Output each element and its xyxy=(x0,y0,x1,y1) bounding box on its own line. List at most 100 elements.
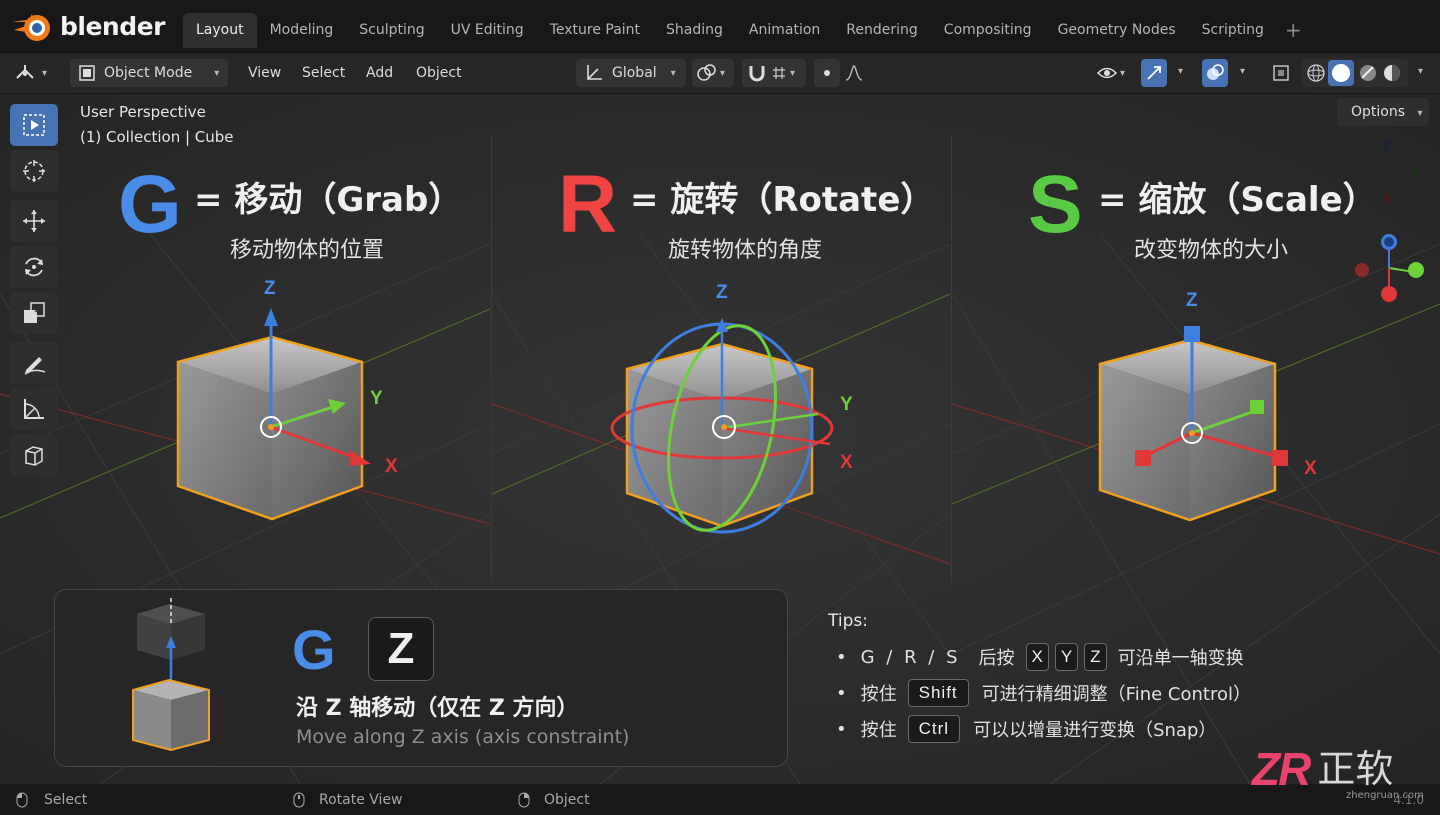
visibility-dropdown[interactable]: ▾ xyxy=(1090,59,1132,87)
magnet-icon xyxy=(749,66,765,82)
select-box-tool[interactable] xyxy=(10,104,58,146)
chevron-down-icon: ▾ xyxy=(214,67,220,79)
measure-tool[interactable] xyxy=(10,388,58,430)
workspace-tabs: Layout Modeling Sculpting UV Editing Tex… xyxy=(183,13,1310,48)
tab-uv-editing[interactable]: UV Editing xyxy=(438,13,537,48)
tool-shelf xyxy=(10,104,60,480)
object-mode-icon xyxy=(79,65,95,81)
view-name: User Perspective xyxy=(80,103,206,121)
material-shading-icon[interactable] xyxy=(1356,61,1380,85)
axis-x-label: X xyxy=(385,456,398,477)
orientation-label: Global xyxy=(612,65,657,81)
chevron-down-icon: ▾ xyxy=(670,67,676,79)
grab-title: = 移动（Grab） xyxy=(194,180,463,220)
editor-type-button[interactable]: ▾ xyxy=(8,59,54,87)
status-object: Object xyxy=(518,792,590,808)
scale-title: = 缩放（Scale） xyxy=(1098,180,1377,220)
gizmo-icon xyxy=(1147,66,1161,80)
axis-z-label: Z xyxy=(716,282,728,303)
tab-modeling[interactable]: Modeling xyxy=(257,13,347,48)
options-label: Options xyxy=(1351,104,1406,120)
mode-dropdown[interactable]: Object Mode ▾ xyxy=(70,59,228,87)
chevron-down-icon: ▾ xyxy=(1120,67,1126,79)
tip-snap-text: 可以以增量进行变换（Snap） xyxy=(973,720,1217,741)
bullet-icon: • xyxy=(836,718,847,740)
solid-shading-icon[interactable] xyxy=(1328,60,1354,86)
move-icon xyxy=(23,210,45,232)
orientation-icon xyxy=(587,65,602,80)
logo-text: blender xyxy=(60,11,165,41)
scale-icon xyxy=(24,302,45,323)
chevron-down-icon: ▾ xyxy=(42,67,48,79)
options-dropdown[interactable]: Options ▾ xyxy=(1337,98,1429,126)
blender-logo[interactable]: blender xyxy=(10,8,165,44)
move-tool[interactable] xyxy=(10,200,58,242)
rendered-shading-icon[interactable] xyxy=(1380,61,1404,85)
tab-texture-paint[interactable]: Texture Paint xyxy=(537,13,653,48)
rotate-tool[interactable] xyxy=(10,246,58,288)
tab-rendering[interactable]: Rendering xyxy=(833,13,931,48)
tip-fine-text: 可进行精细调整（Fine Control） xyxy=(981,684,1251,705)
panel-divider xyxy=(491,136,492,582)
key-x: X xyxy=(1025,643,1049,671)
blender-logo-icon xyxy=(12,14,50,41)
mode-label: Object Mode xyxy=(104,65,193,81)
rotate-key-letter: R xyxy=(558,159,618,250)
tab-layout[interactable]: Layout xyxy=(183,13,257,48)
tab-sculpting[interactable]: Sculpting xyxy=(346,13,437,48)
watermark: ZR 正软 xyxy=(1252,744,1393,794)
tab-compositing[interactable]: Compositing xyxy=(931,13,1045,48)
shading-mode-group xyxy=(1302,59,1408,87)
status-bar: Select Rotate View Object 4.1.0 xyxy=(0,785,1440,815)
proportional-dot-icon xyxy=(824,70,830,76)
tab-geometry-nodes[interactable]: Geometry Nodes xyxy=(1045,13,1189,48)
status-rotate-label: Rotate View xyxy=(319,792,403,808)
wireframe-shading-icon[interactable] xyxy=(1304,61,1328,85)
chevron-down-icon[interactable]: ▾ xyxy=(1240,66,1245,77)
key-shift: Shift xyxy=(907,679,969,707)
menu-select[interactable]: Select xyxy=(302,59,345,87)
callout-text-zh: 沿 Z 轴移动（仅在 Z 方向） xyxy=(296,696,579,721)
callout-text-en: Move along Z axis (axis constraint) xyxy=(296,726,630,748)
proportional-edit-toggle[interactable] xyxy=(814,59,840,87)
tip-snap: • 按住 Ctrl 可以以增量进行变换（Snap） xyxy=(836,715,1216,743)
gizmo-toggle[interactable] xyxy=(1141,59,1167,87)
chevron-down-icon: ▾ xyxy=(790,67,796,79)
chevron-down-icon[interactable]: ▾ xyxy=(1418,66,1423,77)
tip-axis-text: 可沿单一轴变换 xyxy=(1117,648,1244,669)
select-box-icon xyxy=(23,114,45,136)
cursor-tool[interactable] xyxy=(10,150,58,192)
menu-view[interactable]: View xyxy=(248,59,281,87)
rotate-title: = 旋转（Rotate） xyxy=(630,180,935,220)
mouse-left-icon xyxy=(16,792,28,808)
annotate-tool[interactable] xyxy=(10,342,58,384)
scale-tool[interactable] xyxy=(10,292,58,334)
pivot-point-dropdown[interactable]: ▾ xyxy=(692,59,734,87)
snap-toggle[interactable]: ▾ xyxy=(742,59,806,87)
callout-grab-letter: G xyxy=(292,618,336,681)
add-cube-tool[interactable] xyxy=(10,434,58,476)
nav-gizmo-y-label: Y xyxy=(1411,168,1419,180)
overlays-toggle[interactable] xyxy=(1202,59,1228,87)
nav-gizmo-x-label: X xyxy=(1384,193,1392,205)
status-rotate-view: Rotate View xyxy=(293,792,403,808)
tab-shading[interactable]: Shading xyxy=(653,13,736,48)
axis-z-label: Z xyxy=(1186,290,1198,311)
menu-add[interactable]: Add xyxy=(366,59,393,87)
tip-hold: 按住 xyxy=(860,720,897,741)
xray-icon xyxy=(1273,65,1289,81)
axis-y-label: Y xyxy=(840,394,853,415)
chevron-down-icon[interactable]: ▾ xyxy=(1178,66,1183,77)
menu-object[interactable]: Object xyxy=(416,59,462,87)
cube-scale[interactable] xyxy=(1098,338,1277,522)
falloff-button[interactable] xyxy=(844,59,866,87)
xray-toggle[interactable] xyxy=(1268,59,1294,87)
tab-animation[interactable]: Animation xyxy=(736,13,833,48)
bullet-icon: • xyxy=(836,682,847,704)
tab-scripting[interactable]: Scripting xyxy=(1189,13,1277,48)
status-select-label: Select xyxy=(44,792,88,808)
mouse-middle-icon xyxy=(293,792,305,808)
add-workspace-icon[interactable]: + xyxy=(1277,13,1310,48)
transform-orientation-dropdown[interactable]: Global ▾ xyxy=(576,59,686,87)
tip-then-press: 后按 xyxy=(978,648,1015,669)
